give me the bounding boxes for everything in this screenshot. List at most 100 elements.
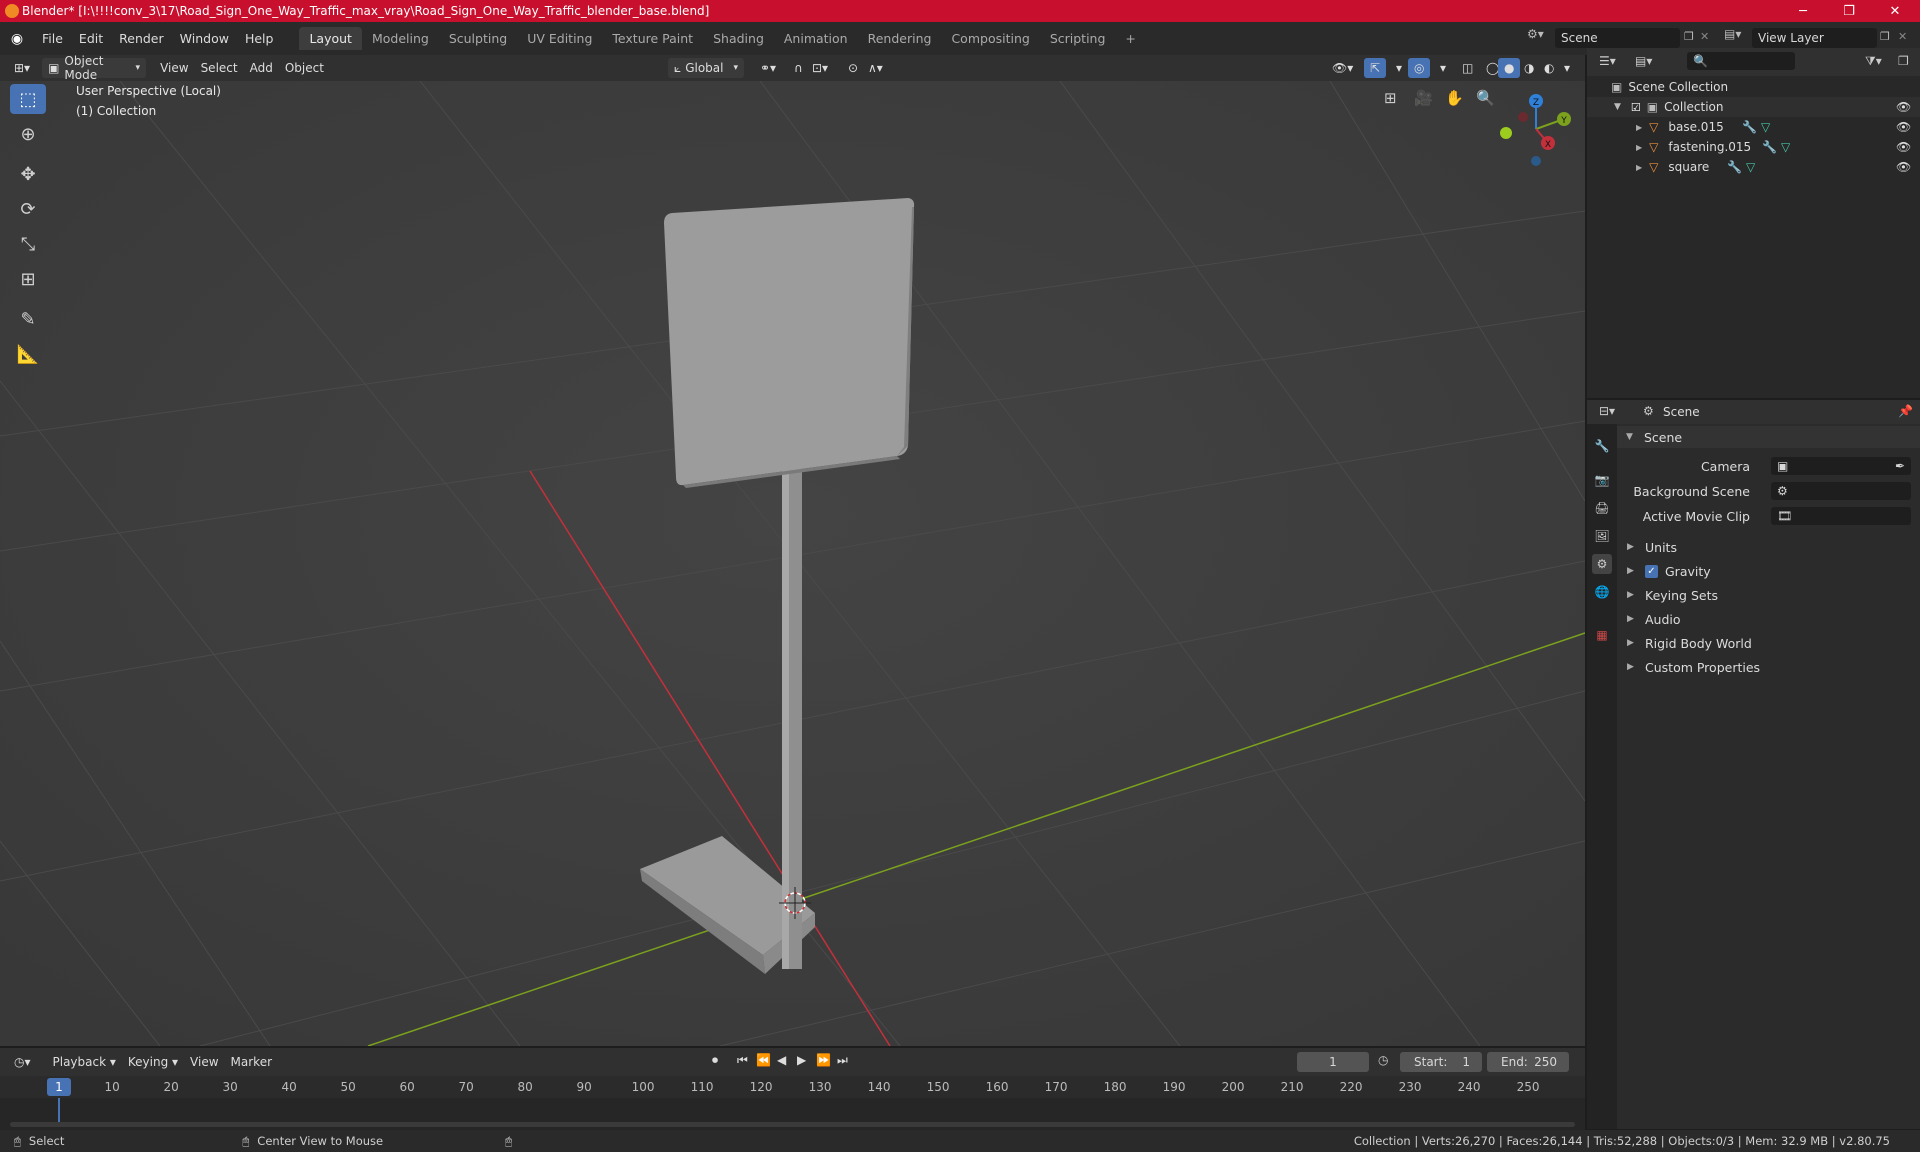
timeline-ruler[interactable]: 10 20 30 40 50 60 70 80 90 100 110 120 130 140 150 160 1… <box>0 1076 1585 1098</box>
select-box-tool-icon[interactable]: ⬚ <box>10 84 46 114</box>
playhead-line[interactable] <box>58 1098 60 1122</box>
record-icon[interactable]: ⏺ <box>712 1053 718 1068</box>
units-panel-header[interactable]: ▶ Units <box>1617 536 1920 558</box>
output-tab-icon[interactable]: 🖨 <box>1592 498 1612 518</box>
3d-viewport[interactable]: User Perspective (Local) (1) Collection … <box>0 81 1585 1046</box>
overlay-dropdown-icon[interactable]: ▾ <box>1434 58 1452 78</box>
delete-scene-icon[interactable]: ✕ <box>1700 30 1709 43</box>
close-button[interactable]: ✕ <box>1872 0 1918 22</box>
tab-compositing[interactable]: Compositing <box>941 27 1039 50</box>
object-visibility-icon[interactable]: 👁 <box>1896 160 1911 174</box>
play-reverse-icon[interactable]: ◀ <box>777 1053 786 1067</box>
new-view-layer-icon[interactable]: ❐ <box>1880 30 1890 43</box>
eyedropper-icon[interactable]: ✒ <box>1895 459 1905 473</box>
background-scene-field[interactable]: ⚙ <box>1771 482 1911 500</box>
expand-object-icon[interactable]: ▶ <box>1636 143 1642 152</box>
viewport-menu-select[interactable]: Select <box>195 58 244 78</box>
transform-orientation-dropdown[interactable]: ⟀ Global ▾ <box>668 58 744 78</box>
preview-range-clock-icon[interactable]: ◷ <box>1378 1053 1388 1067</box>
modifier-icon[interactable]: 🔧 <box>1727 160 1742 174</box>
tab-layout[interactable]: Layout <box>299 27 362 50</box>
viewport-menu-add[interactable]: Add <box>244 58 279 78</box>
view-layer-tab-icon[interactable]: 🖼 <box>1592 526 1612 546</box>
tab-scripting[interactable]: Scripting <box>1040 27 1116 50</box>
timeline-scrollbar[interactable] <box>10 1122 1575 1127</box>
timeline-menu-keying[interactable]: Keying ▾ <box>122 1052 184 1072</box>
mesh-data-icon[interactable]: ▽ <box>1746 160 1755 174</box>
world-tab-icon[interactable]: 🌐 <box>1592 582 1612 602</box>
rotate-tool-icon[interactable]: ⟳ <box>10 194 46 224</box>
blender-menu-icon[interactable]: ◉ <box>0 31 34 47</box>
navigation-gizmo[interactable]: Z Y X <box>1494 87 1578 171</box>
timeline-menu-marker[interactable]: Marker <box>225 1052 278 1072</box>
jump-keyframe-forward-icon[interactable]: ⏩ <box>816 1053 831 1067</box>
jump-start-icon[interactable]: ⏮ <box>737 1053 748 1068</box>
tab-uv-editing[interactable]: UV Editing <box>517 27 602 50</box>
timeline-editor-type-icon[interactable]: ◷▾ <box>8 1052 37 1072</box>
collection-checkbox-icon[interactable]: ☑ <box>1631 101 1641 114</box>
gizmo-dropdown-icon[interactable]: ▾ <box>1390 58 1408 78</box>
pin-icon[interactable]: 📌 <box>1898 404 1913 418</box>
modifier-icon[interactable]: 🔧 <box>1762 140 1777 154</box>
falloff-icon[interactable]: ∧▾ <box>862 58 889 78</box>
add-workspace-button[interactable]: + <box>1115 27 1145 50</box>
new-collection-icon[interactable]: ❐ <box>1898 54 1909 68</box>
gravity-checkbox[interactable]: ✓ <box>1645 564 1658 578</box>
viewport-menu-view[interactable]: View <box>154 58 194 78</box>
mesh-data-icon[interactable]: ▽ <box>1781 140 1790 154</box>
xray-toggle-icon[interactable]: ◫ <box>1456 58 1479 78</box>
overlay-toggle-icon[interactable]: ◎ <box>1408 58 1431 78</box>
new-scene-icon[interactable]: ❐ <box>1684 30 1694 43</box>
measure-tool-icon[interactable]: 📐 <box>10 339 46 369</box>
current-frame-field[interactable]: 1 <box>1297 1052 1369 1072</box>
filter-icon[interactable]: ⧩▾ <box>1865 54 1882 69</box>
jump-end-icon[interactable]: ⏭ <box>837 1053 848 1068</box>
menu-edit[interactable]: Edit <box>71 31 111 46</box>
play-icon[interactable]: ▶ <box>797 1053 806 1067</box>
menu-help[interactable]: Help <box>237 31 282 46</box>
display-mode-icon[interactable]: ▤▾ <box>1635 54 1652 68</box>
pan-view-icon[interactable]: ✋ <box>1445 89 1464 107</box>
tab-modeling[interactable]: Modeling <box>362 27 439 50</box>
toggle-camera-grid-icon[interactable]: ⊞ <box>1384 89 1397 107</box>
zoom-view-icon[interactable]: 🔍 <box>1476 89 1495 107</box>
gravity-panel-header[interactable]: ▶ ✓ Gravity <box>1617 560 1920 582</box>
mode-selector[interactable]: ▣ Object Mode ▾ <box>42 54 147 82</box>
camera-field[interactable]: ▣ ✒ <box>1771 457 1911 475</box>
scale-tool-icon[interactable]: ⤡ <box>10 229 46 259</box>
timeline-track-area[interactable] <box>0 1098 1585 1130</box>
delete-view-layer-icon[interactable]: ✕ <box>1898 30 1907 43</box>
outliner-row-object[interactable]: ▶ ▽ square 🔧 ▽ 👁 <box>1587 157 1920 177</box>
view-layer-field[interactable]: View Layer <box>1752 28 1877 48</box>
scene-selector-icon[interactable]: ⚙▾ <box>1527 27 1544 41</box>
start-frame-field[interactable]: Start: 1 <box>1400 1052 1482 1072</box>
active-movie-clip-field[interactable]: 🎞 <box>1771 507 1911 525</box>
scene-field[interactable]: Scene <box>1555 28 1680 48</box>
annotate-tool-icon[interactable]: ✎ <box>10 304 46 334</box>
expand-collection-icon[interactable]: ▼ <box>1614 102 1621 112</box>
mesh-data-icon[interactable]: ▽ <box>1761 120 1770 134</box>
transform-tool-icon[interactable]: ⊞ <box>10 264 46 294</box>
render-tab-icon[interactable]: 📷 <box>1592 470 1612 490</box>
editor-type-icon[interactable]: ⊞▾ <box>8 58 36 78</box>
camera-view-icon[interactable]: 🎥 <box>1414 89 1433 107</box>
outliner-editor-type-icon[interactable]: ☰▾ <box>1599 54 1616 68</box>
shading-dropdown-icon[interactable]: ▾ <box>1558 58 1576 78</box>
texture-tab-icon[interactable]: ▦ <box>1592 625 1612 645</box>
scene-panel-header[interactable]: ▼ Scene <box>1617 426 1920 448</box>
outliner-search-input[interactable]: 🔍 <box>1687 52 1795 70</box>
outliner-row-object[interactable]: ▶ ▽ fastening.015 🔧 ▽ 👁 <box>1587 137 1920 157</box>
snap-target-icon[interactable]: ⊡▾ <box>806 58 834 78</box>
expand-object-icon[interactable]: ▶ <box>1636 163 1642 172</box>
menu-file[interactable]: File <box>34 31 71 46</box>
object-visibility-icon[interactable]: 👁 <box>1896 140 1911 154</box>
maximize-button[interactable]: ❐ <box>1826 0 1872 22</box>
pivot-point-icon[interactable]: ⚭▾ <box>754 58 782 78</box>
visibility-icon[interactable]: 👁▾ <box>1326 58 1359 78</box>
modifier-icon[interactable]: 🔧 <box>1742 120 1757 134</box>
cursor-tool-icon[interactable]: ⊕ <box>10 119 46 149</box>
tab-sculpting[interactable]: Sculpting <box>439 27 517 50</box>
outliner-row-scene-collection[interactable]: ▣ Scene Collection <box>1587 77 1920 97</box>
tab-animation[interactable]: Animation <box>774 27 858 50</box>
proportional-edit-icon[interactable]: ⊙ <box>842 58 864 78</box>
